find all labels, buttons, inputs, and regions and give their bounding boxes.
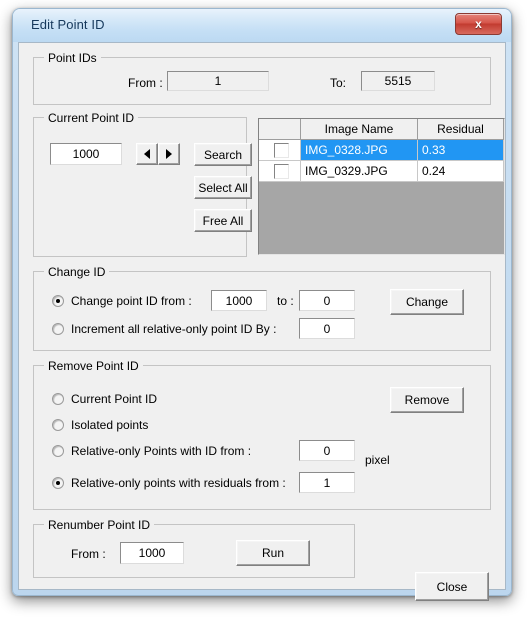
radio-change-point-id-from[interactable]: Change point ID from :	[52, 294, 192, 308]
group-remove-point-id: Remove Point ID Current Point ID Isolate…	[33, 359, 491, 510]
change-to-label: to :	[277, 294, 294, 308]
triangle-left-icon	[144, 149, 150, 159]
free-all-button[interactable]: Free All	[194, 209, 252, 232]
pixel-unit-label: pixel	[365, 453, 390, 467]
search-button[interactable]: Search	[194, 143, 252, 166]
screen: Edit Point ID x Point IDs From : 1 To: 5…	[0, 0, 527, 617]
current-point-id-input[interactable]: 1000	[49, 142, 123, 166]
run-button[interactable]: Run	[236, 540, 310, 566]
select-all-button[interactable]: Select All	[194, 176, 252, 199]
close-button[interactable]: Close	[415, 572, 489, 601]
group-current-point-id-legend: Current Point ID	[44, 111, 139, 125]
dialog-window: Edit Point ID x Point IDs From : 1 To: 5…	[12, 8, 512, 601]
radio-indicator	[52, 295, 64, 307]
grid-cell-image-name: IMG_0328.JPG	[301, 140, 418, 161]
next-point-button[interactable]	[158, 143, 180, 165]
radio-indicator	[52, 393, 64, 405]
close-icon: x	[475, 17, 482, 31]
grid-header-image-name: Image Name	[301, 119, 418, 140]
radio-remove-current-point-id[interactable]: Current Point ID	[52, 392, 157, 406]
grid-header-checkbox	[259, 119, 301, 140]
row-checkbox[interactable]	[274, 142, 289, 158]
radio-remove-isolated-points-label: Isolated points	[71, 418, 149, 432]
group-renumber-point-id: Renumber Point ID From : 1000 Run	[33, 518, 355, 578]
radio-increment-relative-only[interactable]: Increment all relative-only point ID By …	[52, 322, 276, 336]
group-change-id: Change ID Change point ID from : 1000 to…	[33, 265, 491, 351]
radio-remove-current-point-id-label: Current Point ID	[71, 392, 158, 406]
dialog-client-area: Point IDs From : 1 To: 5515 Current Poin…	[18, 42, 506, 601]
grid-header-row: Image Name Residual	[259, 119, 504, 140]
window-title: Edit Point ID	[31, 17, 105, 32]
row-checkbox[interactable]	[274, 163, 289, 179]
radio-indicator	[52, 419, 64, 431]
close-window-button[interactable]: x	[455, 13, 502, 35]
group-point-ids-legend: Point IDs	[44, 51, 101, 65]
point-ids-from-value: 1	[166, 70, 270, 92]
radio-increment-relative-only-label: Increment all relative-only point ID By …	[71, 322, 277, 336]
radio-remove-relative-only-residuals-from-label: Relative-only points with residuals from…	[71, 476, 286, 490]
triangle-right-icon	[166, 149, 172, 159]
grid-cell-image-name: IMG_0329.JPG	[301, 161, 418, 182]
table-row[interactable]: IMG_0329.JPG 0.24	[259, 161, 504, 182]
image-residual-grid[interactable]: Image Name Residual IMG_0328.JPG 0.33 IM…	[258, 118, 505, 255]
group-point-ids: Point IDs From : 1 To: 5515	[33, 51, 491, 105]
grid-cell-residual: 0.24	[418, 161, 504, 182]
change-button[interactable]: Change	[390, 289, 464, 315]
group-remove-point-id-legend: Remove Point ID	[44, 359, 143, 373]
group-change-id-legend: Change ID	[44, 265, 110, 279]
grid-header-residual: Residual	[418, 119, 504, 140]
radio-indicator	[52, 477, 64, 489]
remove-id-from-input[interactable]: 0	[298, 439, 356, 462]
remove-button[interactable]: Remove	[390, 387, 464, 413]
radio-remove-isolated-points[interactable]: Isolated points	[52, 418, 148, 432]
previous-point-button[interactable]	[136, 143, 158, 165]
radio-indicator	[52, 323, 64, 335]
table-row[interactable]: IMG_0328.JPG 0.33	[259, 140, 504, 161]
title-bar: Edit Point ID x	[13, 9, 511, 42]
change-to-input[interactable]: 0	[298, 289, 356, 312]
radio-remove-relative-only-id-from[interactable]: Relative-only Points with ID from :	[52, 444, 251, 458]
point-ids-to-label: To:	[330, 76, 347, 90]
radio-change-point-id-from-label: Change point ID from :	[71, 294, 192, 308]
renumber-from-input[interactable]: 1000	[119, 541, 185, 565]
grid-row-checkbox-cell[interactable]	[259, 140, 301, 161]
point-ids-from-label: From :	[128, 76, 163, 90]
renumber-from-label: From :	[71, 547, 106, 561]
grid-row-checkbox-cell[interactable]	[259, 161, 301, 182]
change-from-input[interactable]: 1000	[210, 289, 268, 312]
group-current-point-id: Current Point ID 1000 Search Select All …	[33, 111, 252, 257]
remove-residual-from-input[interactable]: 1	[298, 471, 356, 494]
increment-by-input[interactable]: 0	[298, 317, 356, 340]
radio-remove-relative-only-id-from-label: Relative-only Points with ID from :	[71, 444, 252, 458]
radio-remove-relative-only-residuals-from[interactable]: Relative-only points with residuals from…	[52, 476, 286, 490]
point-ids-to-value: 5515	[360, 70, 436, 92]
grid-cell-residual: 0.33	[418, 140, 504, 161]
radio-indicator	[52, 445, 64, 457]
group-renumber-point-id-legend: Renumber Point ID	[44, 518, 155, 532]
